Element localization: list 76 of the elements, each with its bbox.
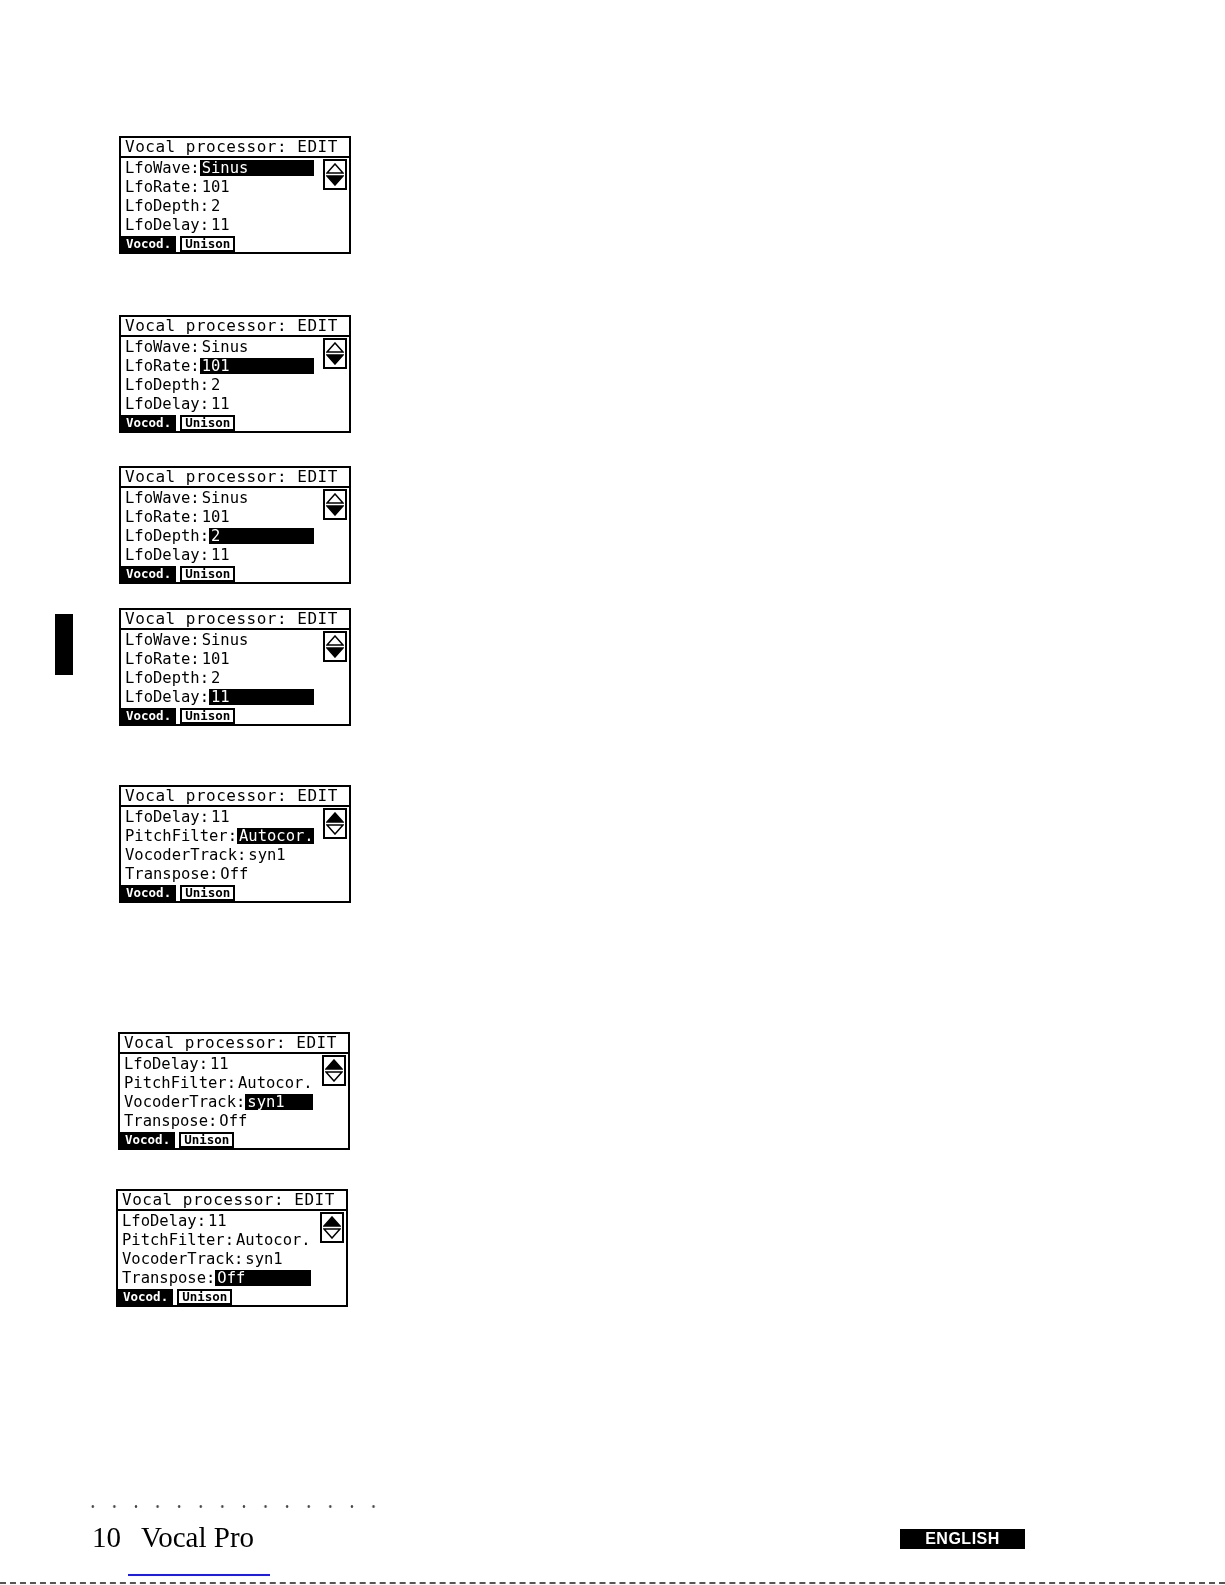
mode-tab[interactable]: Unison bbox=[180, 708, 236, 724]
parameter-label: LfoDepth: bbox=[125, 669, 209, 686]
parameter-label: VocoderTrack: bbox=[124, 1093, 246, 1110]
parameter-value: 11 bbox=[209, 395, 230, 412]
parameter-label: LfoRate: bbox=[125, 508, 200, 525]
mode-tab[interactable]: Unison bbox=[177, 1289, 233, 1305]
language-badge: ENGLISH bbox=[900, 1529, 1025, 1549]
parameter-label: LfoDelay: bbox=[125, 216, 209, 233]
mode-tab[interactable]: Unison bbox=[180, 236, 236, 252]
mode-tab[interactable]: Unison bbox=[180, 415, 236, 431]
parameter-label: Transpose: bbox=[122, 1269, 216, 1286]
parameter-value: Off bbox=[218, 865, 249, 882]
parameter-label: LfoDepth: bbox=[125, 197, 209, 214]
parameter-value: Autocor. bbox=[237, 827, 314, 844]
parameter-value: Sinus bbox=[199, 338, 249, 355]
parameter-label: LfoDepth: bbox=[125, 527, 209, 544]
mode-tab[interactable]: Vocod. bbox=[120, 1132, 176, 1148]
mode-tab[interactable]: Unison bbox=[180, 566, 236, 582]
parameter-label: PitchFilter: bbox=[125, 827, 237, 844]
parameter-label: Transpose: bbox=[125, 865, 219, 882]
parameter-value: 2 bbox=[209, 376, 221, 393]
mode-tab[interactable]: Vocod. bbox=[118, 1289, 174, 1305]
parameter-value: Off bbox=[217, 1112, 248, 1129]
parameter-value: syn1 bbox=[246, 846, 286, 863]
page-number: 10 bbox=[92, 1523, 121, 1552]
parameter-label: LfoRate: bbox=[125, 650, 200, 667]
parameter-label: LfoDepth: bbox=[125, 376, 209, 393]
parameter-label: LfoWave: bbox=[125, 489, 200, 506]
mode-tab[interactable]: Unison bbox=[179, 1132, 235, 1148]
parameter-label: LfoWave: bbox=[125, 338, 200, 355]
parameter-label: LfoDelay: bbox=[124, 1055, 208, 1072]
parameter-label: LfoDelay: bbox=[125, 395, 209, 412]
screen-title: Vocal processor: EDIT bbox=[125, 787, 338, 805]
mode-tab[interactable]: Vocod. bbox=[121, 415, 177, 431]
thumb-index-marker bbox=[55, 614, 73, 675]
parameter-value: 11 bbox=[209, 546, 230, 563]
parameter-value: Off bbox=[215, 1269, 311, 1286]
page-title: Vocal Pro bbox=[141, 1523, 255, 1552]
mode-tab[interactable]: Vocod. bbox=[121, 566, 177, 582]
screen-title: Vocal processor: EDIT bbox=[125, 138, 338, 156]
parameter-label: PitchFilter: bbox=[124, 1074, 236, 1091]
parameter-value: 11 bbox=[209, 216, 230, 233]
screen-title: Vocal processor: EDIT bbox=[124, 1034, 337, 1052]
mode-tab[interactable]: Unison bbox=[180, 885, 236, 901]
parameter-label: LfoRate: bbox=[125, 178, 200, 195]
parameter-value: syn1 bbox=[245, 1093, 313, 1110]
parameter-value: 2 bbox=[209, 197, 221, 214]
parameter-label: LfoDelay: bbox=[125, 546, 209, 563]
parameter-label: LfoDelay: bbox=[122, 1212, 206, 1229]
parameter-label: VocoderTrack: bbox=[125, 846, 247, 863]
parameter-value: Sinus bbox=[199, 159, 314, 176]
parameter-value: 2 bbox=[209, 669, 221, 686]
parameter-label: Transpose: bbox=[124, 1112, 218, 1129]
parameter-label: LfoWave: bbox=[125, 631, 200, 648]
parameter-value: 11 bbox=[209, 688, 314, 705]
parameter-label: LfoDelay: bbox=[125, 688, 209, 705]
parameter-label: PitchFilter: bbox=[122, 1231, 234, 1248]
screen-title: Vocal processor: EDIT bbox=[122, 1191, 335, 1209]
parameter-value: 11 bbox=[208, 1055, 229, 1072]
parameter-value: 11 bbox=[206, 1212, 227, 1229]
mode-tab[interactable]: Vocod. bbox=[121, 708, 177, 724]
screen-title: Vocal processor: EDIT bbox=[125, 317, 338, 335]
parameter-value: Sinus bbox=[199, 631, 249, 648]
parameter-value: 11 bbox=[209, 808, 230, 825]
parameter-value: syn1 bbox=[243, 1250, 283, 1267]
mode-tab[interactable]: Vocod. bbox=[121, 885, 177, 901]
parameter-label: LfoWave: bbox=[125, 159, 200, 176]
parameter-value: 2 bbox=[209, 527, 314, 544]
mode-tab[interactable]: Vocod. bbox=[121, 236, 177, 252]
parameter-label: VocoderTrack: bbox=[122, 1250, 244, 1267]
parameter-value: 101 bbox=[199, 357, 314, 374]
screen-title: Vocal processor: EDIT bbox=[125, 468, 338, 486]
screen-title: Vocal processor: EDIT bbox=[125, 610, 338, 628]
parameter-label: LfoDelay: bbox=[125, 808, 209, 825]
parameter-label: LfoRate: bbox=[125, 357, 200, 374]
parameter-value: Sinus bbox=[199, 489, 249, 506]
